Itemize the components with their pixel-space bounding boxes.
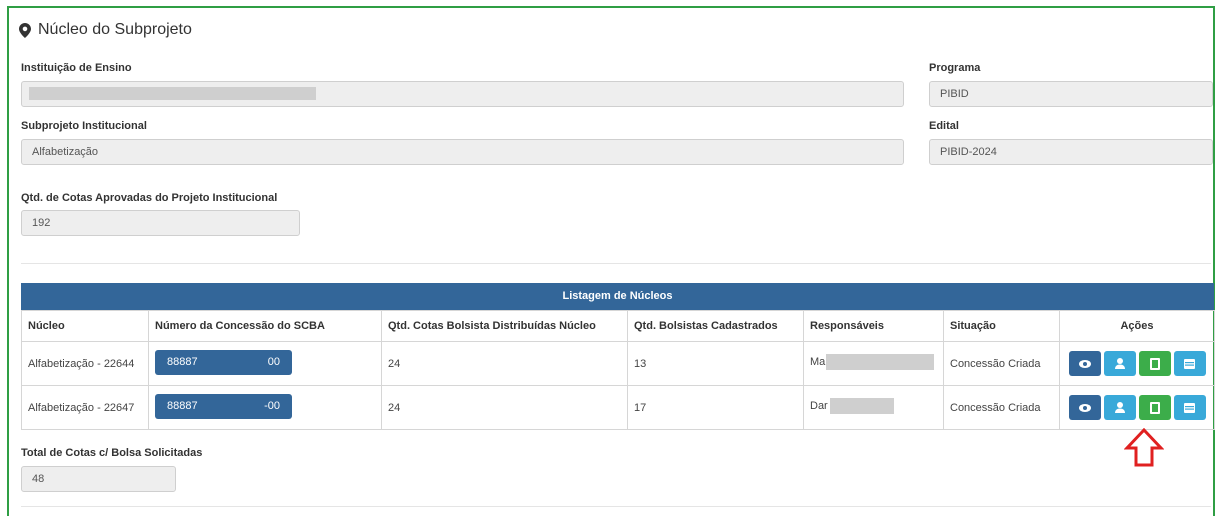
table-row: Alfabetização - 22647 88887 -00 24 17 Da…	[21, 385, 1215, 430]
calendar-icon	[1184, 403, 1195, 413]
highlight-arrow-icon	[1124, 428, 1164, 467]
edital-field: PIBID-2024	[929, 139, 1213, 165]
cell-situacao: Concessão Criada	[943, 385, 1060, 430]
col-situacao: Situação	[943, 310, 1060, 342]
scba-suffix: -00	[264, 399, 280, 412]
scba-prefix: 88887	[167, 355, 198, 368]
divider	[21, 263, 1211, 264]
total-cotas-label: Total de Cotas c/ Bolsa Solicitadas	[21, 447, 203, 459]
cell-bolsistas: 13	[627, 341, 804, 386]
calendar-button[interactable]	[1173, 395, 1206, 420]
scba-button[interactable]: 88887 00	[155, 349, 292, 375]
scba-prefix: 88887	[167, 399, 198, 412]
edital-label: Edital	[929, 120, 959, 132]
col-nucleo: Núcleo	[21, 310, 149, 342]
nucleos-table: Núcleo Número da Concessão do SCBA Qtd. …	[21, 310, 1215, 430]
cell-nucleo: Alfabetização - 22647	[21, 385, 149, 430]
cotas-aprovadas-field: 192	[21, 210, 300, 236]
table-header-row: Núcleo Número da Concessão do SCBA Qtd. …	[21, 310, 1215, 342]
total-cotas-field: 48	[21, 466, 176, 492]
section-header: Núcleo do Subprojeto	[19, 21, 192, 39]
eye-icon	[1078, 359, 1091, 368]
col-acoes: Ações	[1059, 310, 1215, 342]
cell-cotas: 24	[381, 385, 628, 430]
scba-suffix: 00	[267, 355, 280, 368]
cell-acoes	[1059, 341, 1215, 386]
cell-nucleo: Alfabetização - 22644	[21, 341, 149, 386]
eye-icon	[1078, 403, 1091, 412]
instituicao-label: Instituição de Ensino	[21, 62, 132, 74]
col-cotas: Qtd. Cotas Bolsista Distribuídas Núcleo	[381, 310, 628, 342]
calendar-icon	[1184, 359, 1195, 369]
user-button[interactable]	[1103, 395, 1136, 420]
subprojeto-label: Subprojeto Institucional	[21, 120, 147, 132]
view-button[interactable]	[1068, 351, 1101, 376]
table-row: Alfabetização - 22644 88887 00 24 13 Ma …	[21, 341, 1215, 386]
document-icon	[1149, 357, 1160, 370]
col-scba: Número da Concessão do SCBA	[148, 310, 382, 342]
cell-bolsistas: 17	[627, 385, 804, 430]
cell-scba: 88887 -00	[148, 385, 382, 430]
cell-scba: 88887 00	[148, 341, 382, 386]
cell-situacao: Concessão Criada	[943, 341, 1060, 386]
cell-responsavel: Ma	[803, 341, 944, 386]
subprojeto-field: Alfabetização	[21, 139, 904, 165]
responsavel-name: Ma	[810, 356, 826, 368]
document-button[interactable]	[1138, 351, 1171, 376]
section-title: Núcleo do Subprojeto	[38, 21, 192, 38]
user-button[interactable]	[1103, 351, 1136, 376]
user-icon	[1114, 358, 1125, 369]
scba-button[interactable]: 88887 -00	[155, 393, 292, 419]
calendar-button[interactable]	[1173, 351, 1206, 376]
redacted-name	[826, 354, 934, 370]
user-icon	[1114, 402, 1125, 413]
map-marker-icon	[19, 22, 31, 38]
programa-field: PIBID	[929, 81, 1213, 107]
col-responsaveis: Responsáveis	[803, 310, 944, 342]
redacted-institution	[29, 87, 316, 100]
divider-bottom	[21, 506, 1211, 507]
programa-label: Programa	[929, 62, 981, 74]
cell-acoes	[1059, 385, 1215, 430]
cell-responsavel: Dar	[803, 385, 944, 430]
document-icon	[1149, 401, 1160, 414]
cotas-aprovadas-label: Qtd. de Cotas Aprovadas do Projeto Insti…	[21, 192, 278, 204]
document-button[interactable]	[1138, 395, 1171, 420]
view-button[interactable]	[1068, 395, 1101, 420]
cell-cotas: 24	[381, 341, 628, 386]
col-bolsistas: Qtd. Bolsistas Cadastrados	[627, 310, 804, 342]
responsavel-name: Dar	[810, 400, 828, 412]
redacted-name	[830, 398, 894, 414]
table-title: Listagem de Núcleos	[21, 283, 1214, 310]
